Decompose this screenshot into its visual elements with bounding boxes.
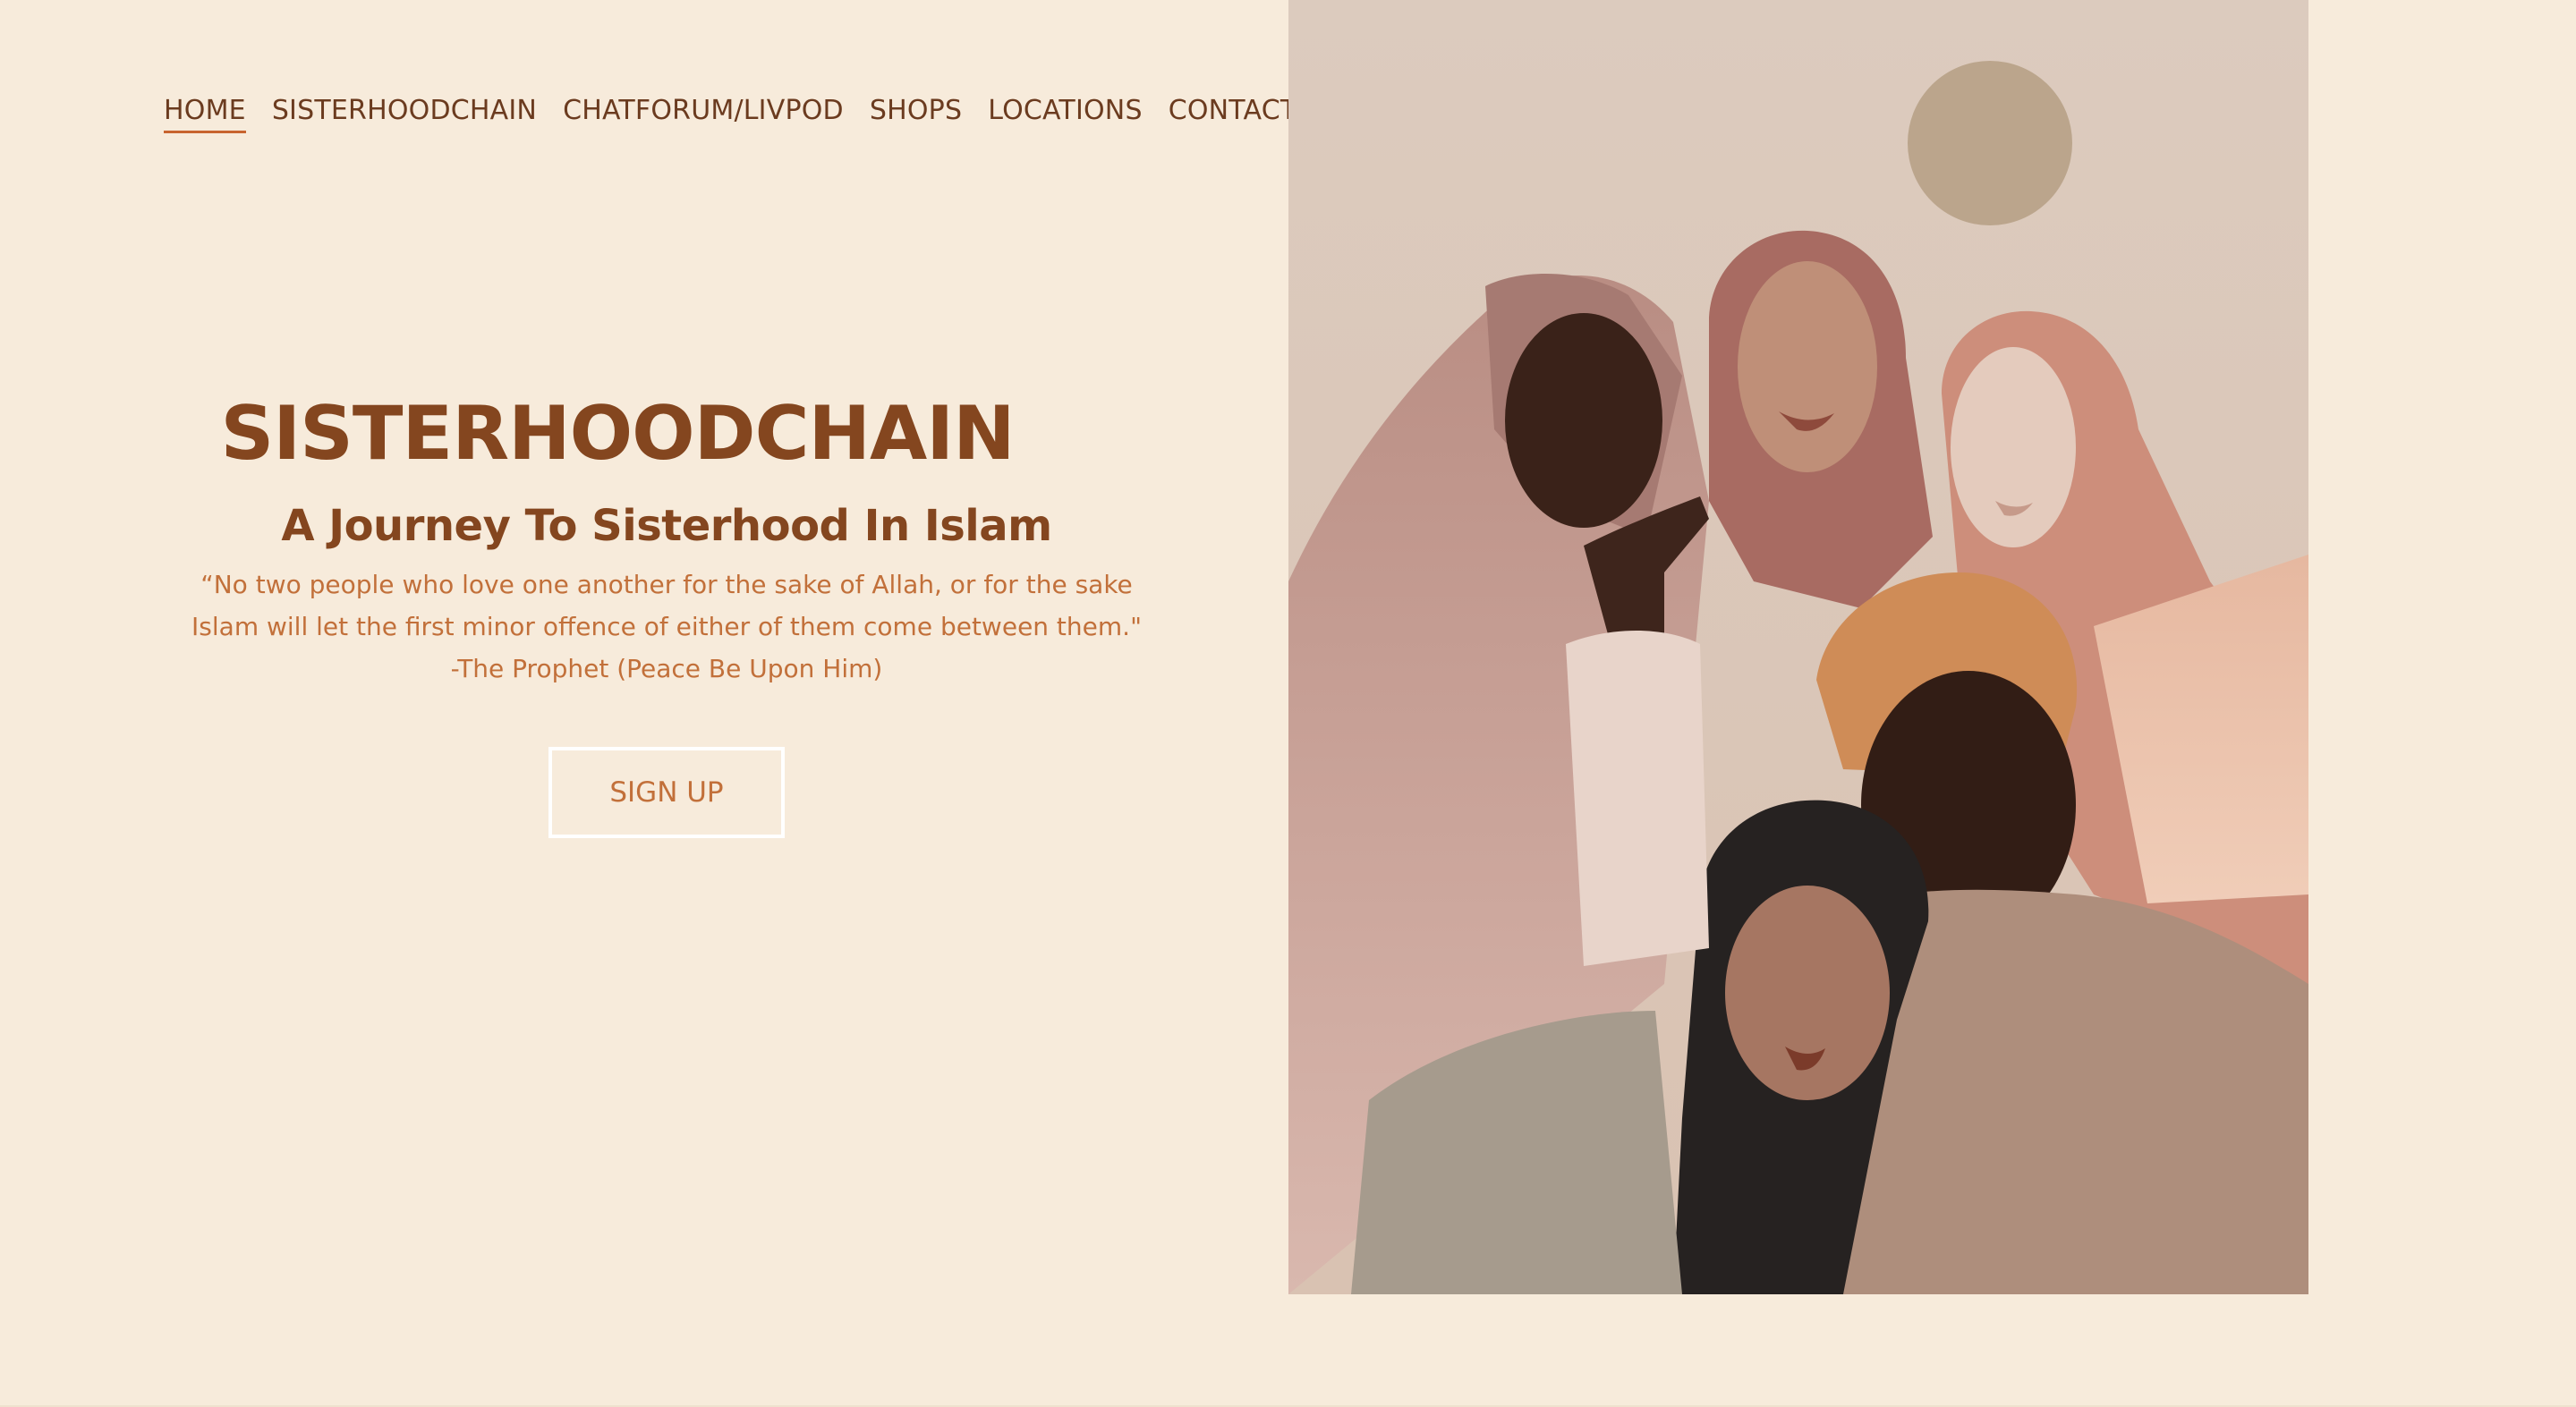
main-nav: HOME SISTERHOODCHAIN CHATFORUM/LIVPOD SH… xyxy=(164,93,1297,133)
nav-contact[interactable]: CONTACT xyxy=(1169,93,1297,129)
hero-subtitle: A Journey To Sisterhood In Islam xyxy=(281,501,1052,551)
hero-illustration xyxy=(1288,0,2308,1294)
hero-title: SISTERHOODCHAIN xyxy=(220,390,1015,477)
nav-shops[interactable]: SHOPS xyxy=(870,93,962,129)
nav-locations[interactable]: LOCATIONS xyxy=(988,93,1142,129)
signup-button[interactable]: SIGN UP xyxy=(548,747,785,838)
hero-quote-line-2: Islam will let the first minor offence o… xyxy=(191,612,1142,641)
hero-quote-attribution: -The Prophet (Peace Be Upon Him) xyxy=(450,654,883,683)
signup-button-wrap: SIGN UP xyxy=(116,747,1217,838)
nav-chatforum-livpod[interactable]: CHATFORUM/LIVPOD xyxy=(563,93,844,129)
nav-sisterhoodchain[interactable]: SISTERHOODCHAIN xyxy=(272,93,537,129)
hero-section: SISTERHOODCHAIN A Journey To Sisterhood … xyxy=(116,380,1217,838)
nav-home[interactable]: HOME xyxy=(164,93,246,133)
hero-quote-line-1: “No two people who love one another for … xyxy=(200,570,1133,599)
